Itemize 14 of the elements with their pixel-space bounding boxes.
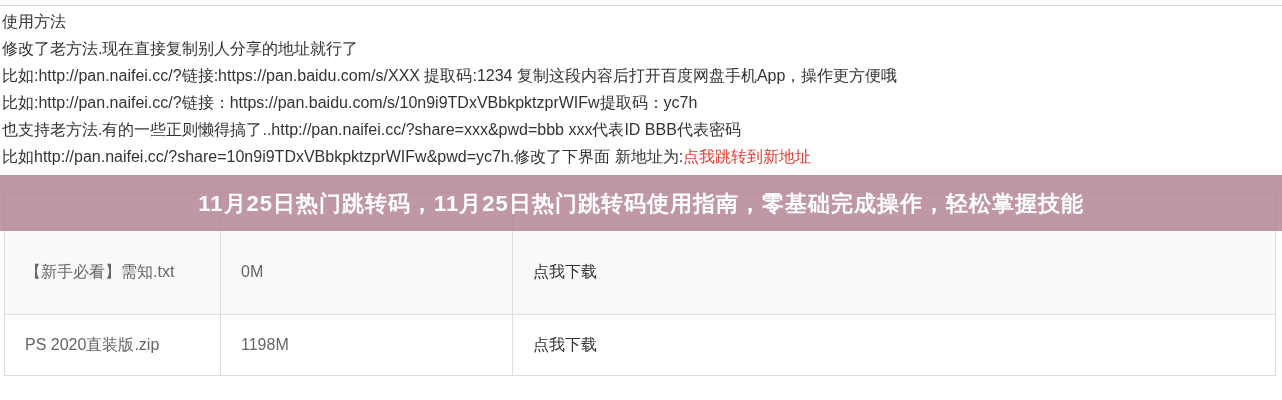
title-banner: 11月25日热门跳转码，11月25日热门跳转码使用指南，零基础完成操作，轻松掌握技能: [0, 175, 1282, 231]
download-link[interactable]: 点我下载: [533, 254, 597, 289]
table-cell-text: 0M: [241, 261, 264, 282]
table-cell-text: 【新手必看】需知.txt: [25, 261, 175, 282]
instruction-text: 修改了老方法.现在直接复制别人分享的地址就行了: [2, 39, 359, 59]
instruction-text: 使用方法: [2, 12, 66, 32]
table-cell-text: PS 2020直装版.zip: [25, 335, 160, 355]
instruction-text: 比如http://pan.naifei.cc/?share=10n9i9TDxVBbkpktzprWIFw&pwd=yc7h.修改了下界面 新地址为:: [2, 147, 684, 167]
instruction-text: 比如:http://pan.naifei.cc/?链接:https://pan.baidu.com/s/XXX 提取码:1234 复制这段内容后打开百度网盘手机App，操作更方便哦: [2, 66, 898, 86]
redirect-link[interactable]: 点我跳转到新地址: [683, 143, 812, 170]
table-cell-text: 1198M: [241, 335, 289, 355]
instruction-text: 也支持老方法.有的一些正则懒得搞了..http://pan.naifei.cc/?share=xxx&pwd=bbb xxx代表ID BBB代表密码: [2, 120, 741, 140]
instruction-text: 比如:http://pan.naifei.cc/?链接：https://pan.baidu.com/s/10n9i9TDxVBbkpktzprWIFw提取码：yc7h: [2, 93, 698, 113]
download-link[interactable]: 点我下载: [533, 328, 597, 362]
